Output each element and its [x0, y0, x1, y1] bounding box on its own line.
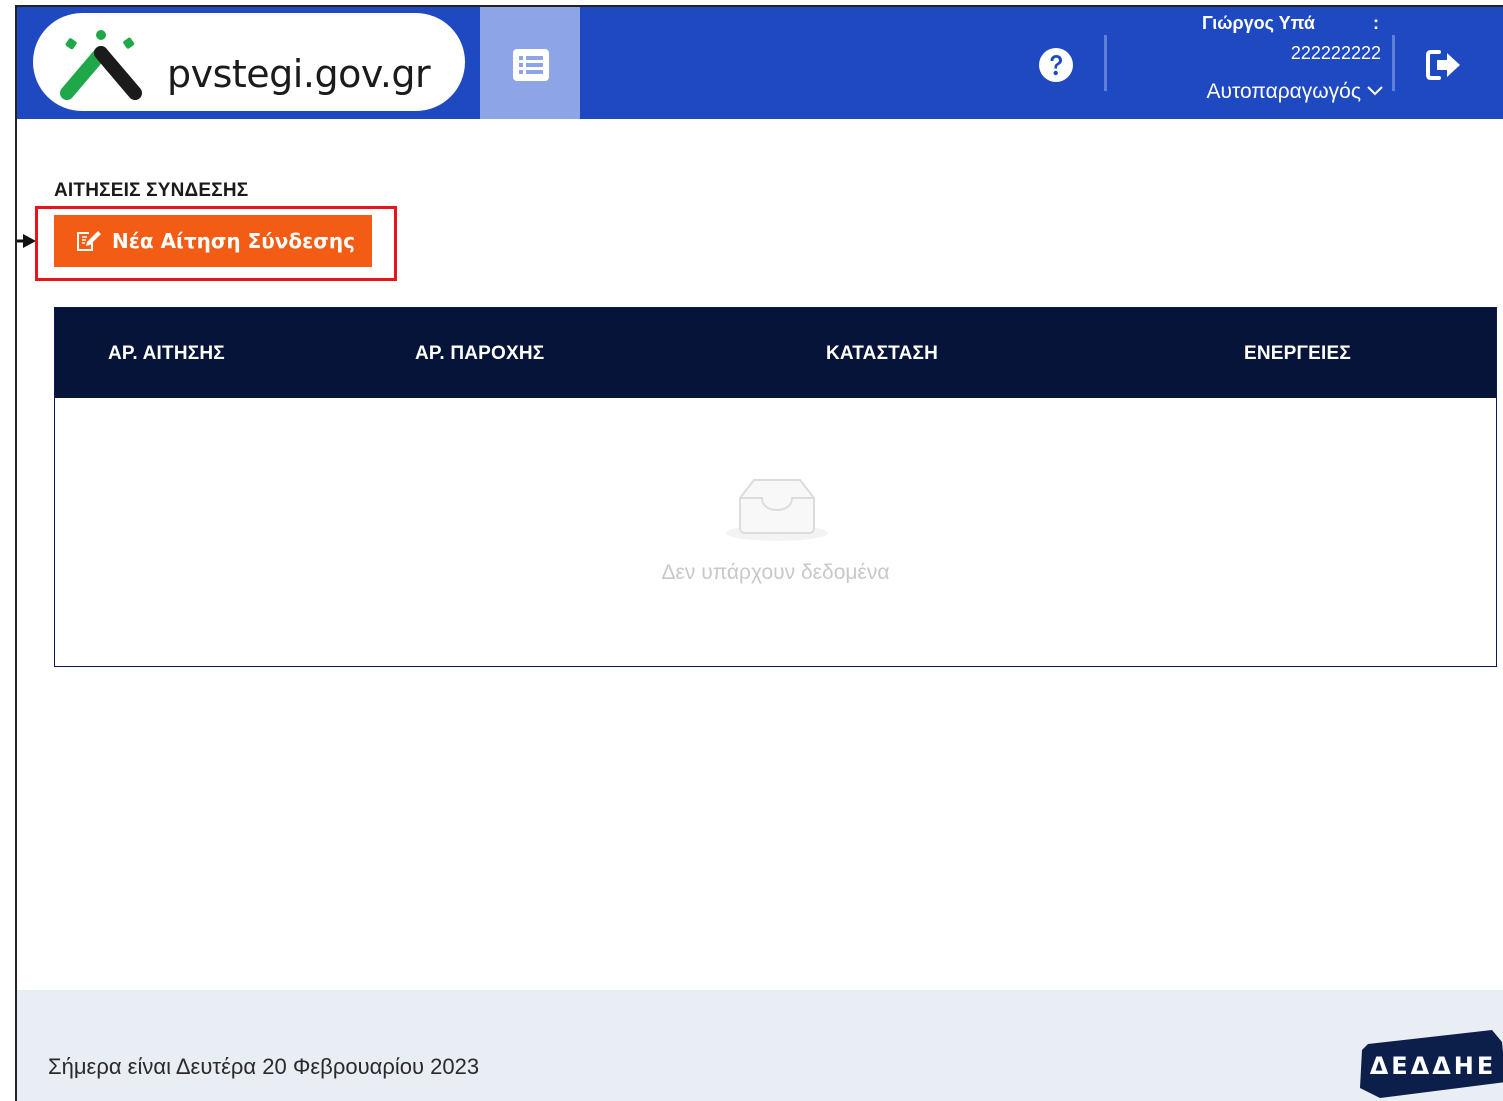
new-request-label: Νέα Αίτηση Σύνδεσης — [112, 229, 355, 253]
top-header: pvstegi.gov.gr Γιώργος Υπά : 222222222 Α… — [17, 7, 1503, 119]
chevron-down-icon — [1367, 86, 1383, 96]
column-header-supply-no[interactable]: ΑΡ. ΠΑΡΟΧΗΣ — [415, 343, 544, 365]
page-title: ΑΙΤΗΣΕΙΣ ΣΥΝΔΕΣΗΣ — [54, 180, 249, 201]
role-dropdown[interactable]: Αυτοπαραγωγός — [1207, 80, 1384, 104]
user-name-separator: : — [1373, 13, 1379, 33]
table-header: ΑΡ. ΑΙΤΗΣΗΣ ΑΡ. ΠΑΡΟΧΗΣ ΚΑΤΑΣΤΑΣΗ ΕΝΕΡΓΕ… — [55, 308, 1496, 398]
new-connection-request-button[interactable]: Νέα Αίτηση Σύνδεσης — [54, 215, 372, 267]
column-header-status[interactable]: ΚΑΤΑΣΤΑΣΗ — [826, 343, 938, 365]
current-date-text: Σήμερα είναι Δευτέρα 20 Φεβρουαρίου 2023 — [48, 1054, 480, 1079]
header-divider — [1392, 35, 1395, 91]
empty-inbox-icon — [726, 479, 828, 541]
page-footer: Σήμερα είναι Δευτέρα 20 Φεβρουαρίου 2023… — [17, 990, 1503, 1101]
sign-out-icon[interactable] — [1425, 49, 1463, 81]
user-tax-id: 222222222 — [1290, 43, 1381, 63]
question-circle-icon[interactable] — [1038, 47, 1074, 83]
app-frame: pvstegi.gov.gr Γιώργος Υπά : 222222222 Α… — [15, 5, 1503, 1101]
menu-toggle-button[interactable] — [480, 7, 580, 119]
pointer-arrow-icon — [17, 234, 36, 248]
home-logo-link[interactable]: pvstegi.gov.gr — [33, 13, 465, 111]
edit-document-icon — [77, 231, 101, 251]
deddie-logo-icon: ΔΕΔΔΗΕ — [1360, 1030, 1503, 1098]
pvstegi-logo-icon — [60, 30, 142, 100]
footer-brand-text: ΔΕΔΔΗΕ — [1370, 1052, 1497, 1080]
column-header-request-no[interactable]: ΑΡ. ΑΙΤΗΣΗΣ — [108, 343, 225, 365]
site-name: pvstegi.gov.gr — [167, 52, 431, 96]
requests-table: ΑΡ. ΑΙΤΗΣΗΣ ΑΡ. ΠΑΡΟΧΗΣ ΚΑΤΑΣΤΑΣΗ ΕΝΕΡΓΕ… — [54, 307, 1497, 667]
user-name: Γιώργος Υπά — [1202, 13, 1315, 33]
list-icon — [513, 49, 549, 81]
column-header-actions[interactable]: ΕΝΕΡΓΕΙΕΣ — [1244, 343, 1351, 365]
empty-state-text: Δεν υπάρχουν δεδομένα — [661, 561, 890, 584]
header-divider — [1104, 35, 1107, 91]
role-label: Αυτοπαραγωγός — [1206, 80, 1362, 103]
